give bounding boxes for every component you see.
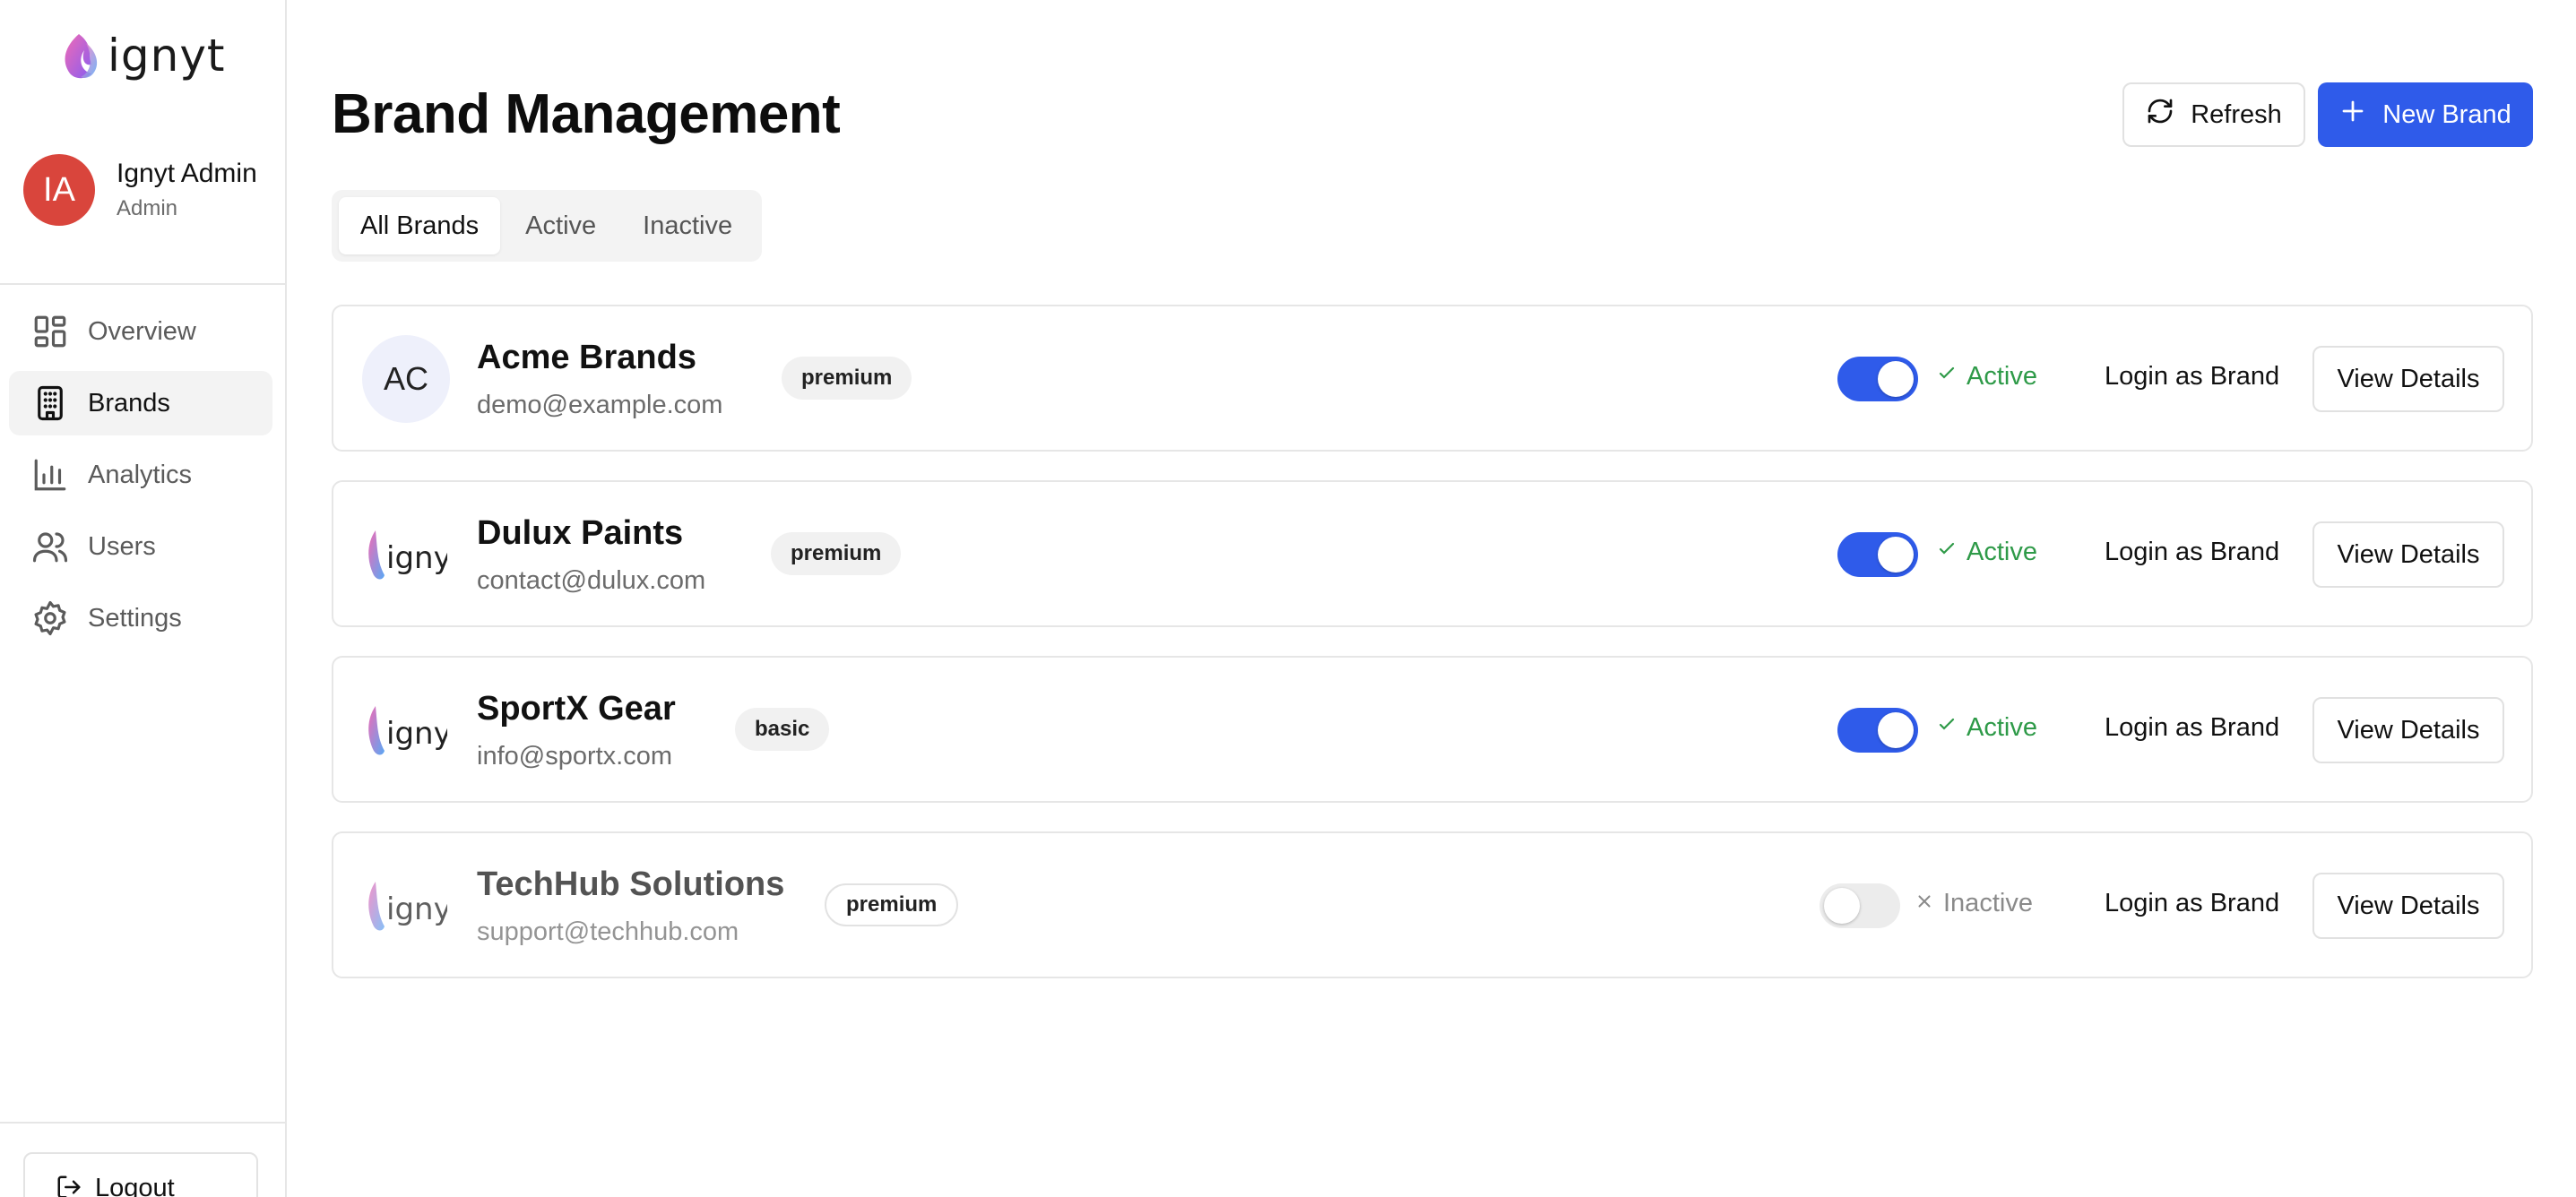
tab-inactive[interactable]: Inactive: [621, 197, 754, 254]
login-as-brand-button[interactable]: Login as Brand: [2105, 362, 2279, 392]
check-icon: [1936, 538, 1958, 567]
sidebar-item-label: Users: [88, 531, 156, 561]
toggle-knob: [1878, 712, 1914, 748]
x-icon: [1915, 889, 1934, 918]
plan-badge: premium: [771, 532, 902, 575]
logout-icon: [56, 1174, 82, 1197]
sidebar-item-users[interactable]: Users: [9, 514, 272, 579]
brand-logo-image: ignyt: [362, 862, 450, 950]
plan-badge: premium: [825, 883, 959, 926]
toggle-knob: [1878, 537, 1914, 573]
status-label: Active: [1967, 538, 2037, 566]
user-role: Admin: [117, 196, 178, 220]
new-brand-button[interactable]: New Brand: [2318, 82, 2533, 147]
brand-email: demo@example.com: [477, 391, 723, 419]
plan-badge: premium: [782, 357, 912, 400]
brand-logo-image: ignyt: [362, 686, 450, 774]
building-icon: [30, 383, 70, 423]
sidebar-item-overview[interactable]: Overview: [9, 299, 272, 364]
brand-email: contact@dulux.com: [477, 566, 706, 595]
status-indicator: Active: [1936, 713, 2037, 743]
sidebar-nav: Overview Brands Analytics Users Settings: [9, 299, 272, 658]
users-icon: [30, 527, 70, 566]
brand-card: ignyt Dulux Paints contact@dulux.com pre…: [332, 480, 2533, 627]
toggle-knob: [1878, 361, 1914, 397]
brand-name: Dulux Paints: [477, 514, 684, 552]
sidebar-item-label: Analytics: [88, 460, 193, 489]
brand-card: ignyt TechHub Solutions support@techhub.…: [332, 831, 2533, 978]
brand-email: info@sportx.com: [477, 742, 673, 771]
view-details-button[interactable]: View Details: [2312, 521, 2504, 588]
refresh-button[interactable]: Refresh: [2122, 82, 2305, 147]
logout-label: Logout: [95, 1174, 175, 1197]
svg-text:ignyt: ignyt: [386, 716, 447, 752]
plus-icon: [2339, 98, 2366, 132]
status-indicator: Active: [1936, 362, 2037, 392]
app-logo[interactable]: ignyt: [59, 30, 226, 81]
brand-name: SportX Gear: [477, 690, 676, 728]
brand-list: AC Acme Brands demo@example.com premium …: [332, 305, 2533, 1007]
logout-button[interactable]: Logout: [23, 1152, 258, 1197]
status-toggle[interactable]: [1837, 357, 1918, 401]
toggle-knob: [1824, 888, 1860, 924]
brand-name: Acme Brands: [477, 339, 696, 376]
sidebar-item-brands[interactable]: Brands: [9, 371, 272, 435]
refresh-label: Refresh: [2191, 99, 2282, 129]
view-details-button[interactable]: View Details: [2312, 346, 2504, 412]
logo-text: ignyt: [108, 30, 226, 82]
tab-active[interactable]: Active: [504, 197, 618, 254]
main-content: Brand Management Refresh New Brand All B…: [287, 0, 2576, 1197]
svg-text:ignyt: ignyt: [386, 891, 447, 927]
status-indicator: Active: [1936, 538, 2037, 567]
brand-name: TechHub Solutions: [477, 865, 785, 903]
brand-logo-image: ignyt: [362, 511, 450, 598]
brand-email: support@techhub.com: [477, 917, 739, 946]
tab-all-brands[interactable]: All Brands: [339, 197, 501, 254]
view-details-button[interactable]: View Details: [2312, 873, 2504, 939]
flame-logo-icon: [65, 34, 98, 79]
plan-badge: basic: [735, 708, 830, 751]
status-toggle[interactable]: [1837, 708, 1918, 753]
sidebar: ignyt IA Ignyt Admin Admin Overview Bran…: [0, 0, 287, 1197]
sidebar-item-settings[interactable]: Settings: [9, 586, 272, 650]
avatar: IA: [23, 154, 95, 226]
page-title: Brand Management: [332, 83, 841, 145]
svg-text:ignyt: ignyt: [386, 540, 447, 576]
sidebar-item-label: Settings: [88, 603, 182, 633]
sidebar-divider: [0, 1122, 287, 1124]
check-icon: [1936, 713, 1958, 743]
new-brand-label: New Brand: [2382, 99, 2511, 129]
status-toggle[interactable]: [1837, 532, 1918, 577]
status-label: Active: [1967, 713, 2037, 742]
bar-chart-icon: [30, 455, 70, 495]
filter-tabs: All Brands Active Inactive: [332, 190, 762, 262]
user-name: Ignyt Admin: [117, 159, 257, 188]
sidebar-item-label: Brands: [88, 388, 170, 418]
grid-icon: [30, 312, 70, 351]
view-details-button[interactable]: View Details: [2312, 697, 2504, 763]
sidebar-divider: [0, 283, 287, 285]
login-as-brand-button[interactable]: Login as Brand: [2105, 538, 2279, 567]
check-icon: [1936, 362, 1958, 392]
refresh-icon: [2146, 97, 2174, 133]
gear-icon: [30, 598, 70, 638]
sidebar-item-analytics[interactable]: Analytics: [9, 443, 272, 507]
brand-avatar: AC: [362, 335, 450, 423]
login-as-brand-button[interactable]: Login as Brand: [2105, 889, 2279, 918]
brand-card: AC Acme Brands demo@example.com premium …: [332, 305, 2533, 452]
brand-card: ignyt SportX Gear info@sportx.com basic …: [332, 656, 2533, 803]
user-profile: IA Ignyt Admin Admin: [23, 154, 257, 226]
sidebar-item-label: Overview: [88, 316, 196, 346]
status-toggle[interactable]: [1820, 883, 1900, 928]
status-indicator: Inactive: [1915, 889, 2033, 918]
login-as-brand-button[interactable]: Login as Brand: [2105, 713, 2279, 743]
status-label: Active: [1967, 362, 2037, 391]
status-label: Inactive: [1943, 889, 2033, 917]
